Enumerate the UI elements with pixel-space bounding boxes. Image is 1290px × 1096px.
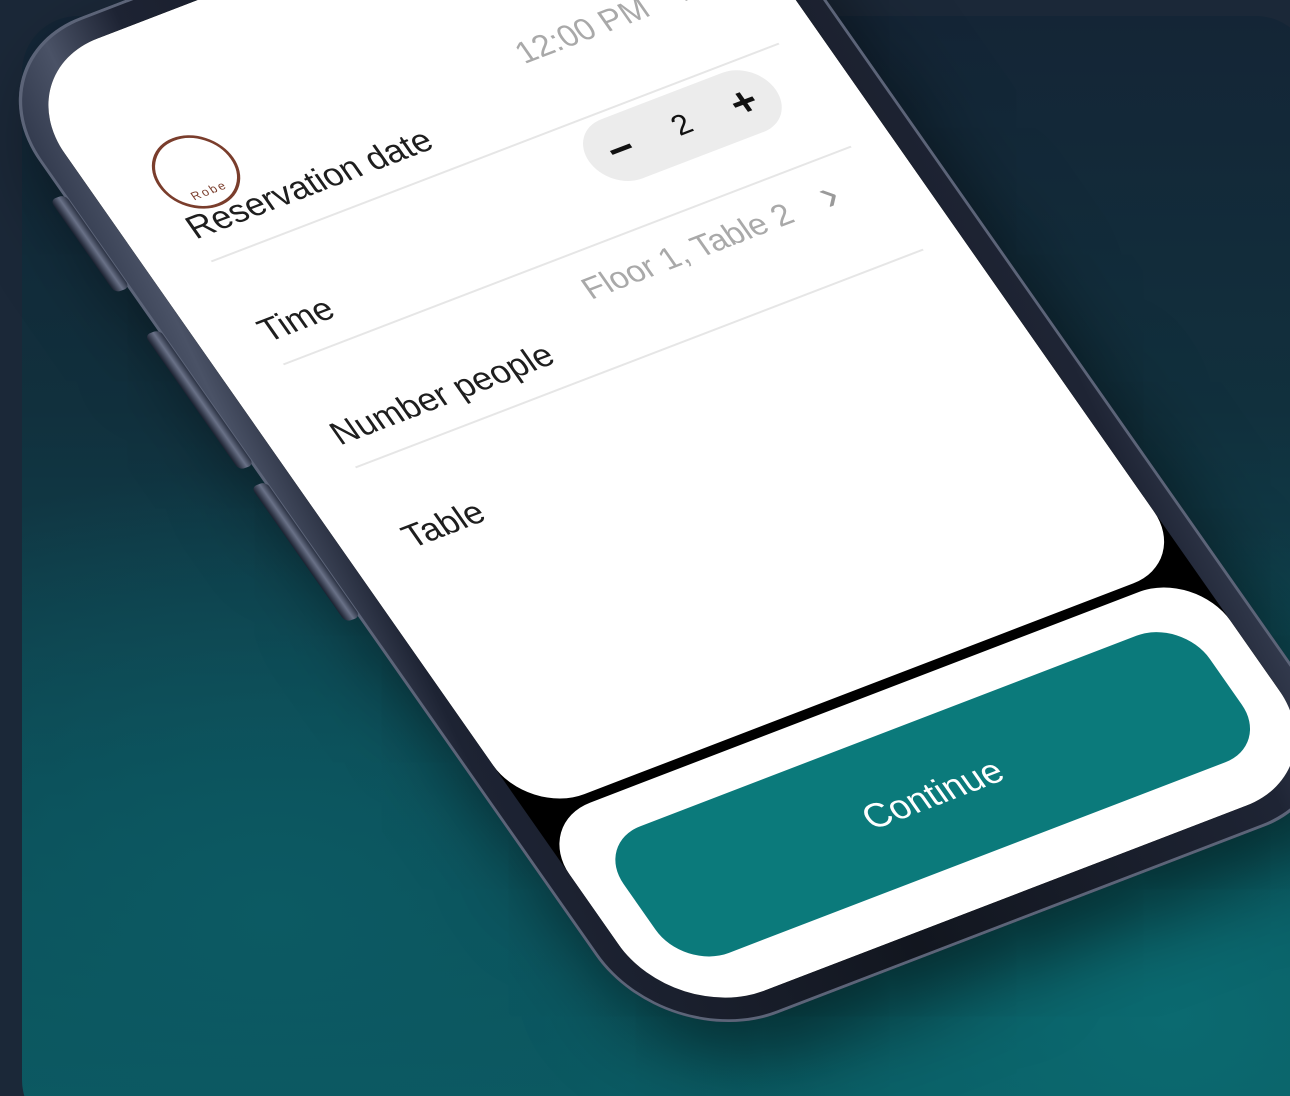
stage: Robe 12:00 PM › Reservation date − 2 + T… [0,0,1290,1096]
table-label: Table [394,494,493,556]
stepper-value: 2 [664,108,700,143]
chevron-right-icon[interactable]: › [661,0,706,13]
chevron-right-icon[interactable]: › [805,169,850,218]
decrement-button[interactable]: − [595,124,646,172]
continue-button-label: Continue [853,750,1012,838]
increment-button[interactable]: + [718,77,769,125]
time-label: Time [250,290,343,350]
reservation-time-value: 12:00 PM [507,0,657,71]
